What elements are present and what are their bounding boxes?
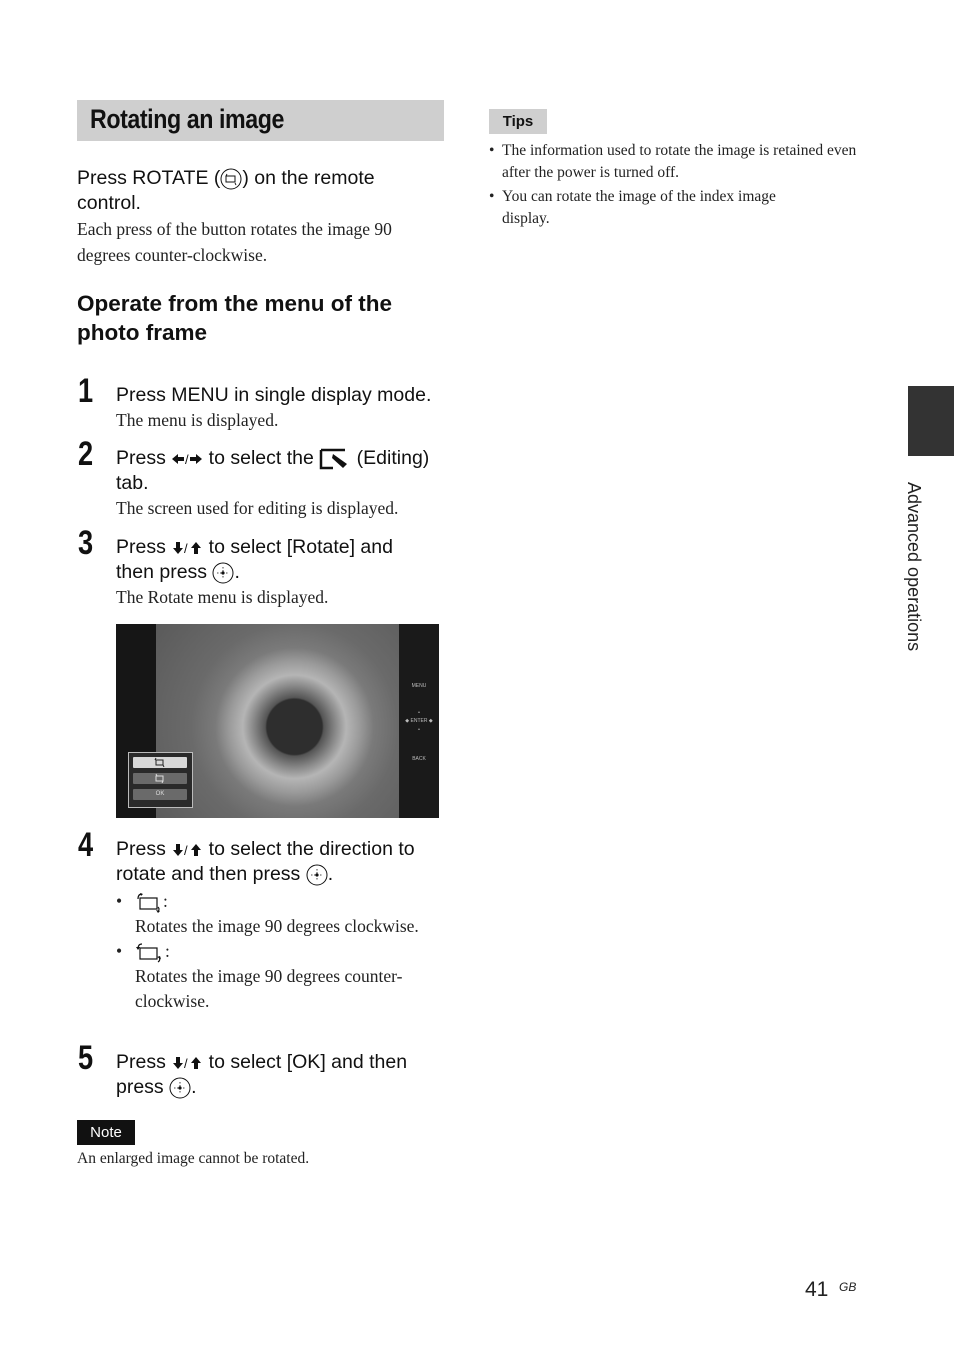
step-result: The screen used for editing is displayed…	[116, 498, 399, 518]
enter-button-icon	[169, 1077, 191, 1099]
rotate-clockwise-option	[133, 757, 187, 768]
subsection-heading: Operate from the menu of the photo frame	[77, 291, 393, 345]
step-number: 2	[78, 435, 94, 473]
left-right-arrows-icon: /	[172, 452, 203, 466]
section-title-bar: Rotating an image	[77, 100, 444, 141]
tip-item: • You can rotate the image of the index i…	[489, 188, 776, 227]
down-up-arrows-icon: /	[173, 541, 202, 555]
chapter-tab-marker	[908, 386, 954, 456]
step-number: 1	[78, 372, 94, 410]
option-counterclockwise: •: Rotates the image 90 degrees counter-…	[116, 941, 403, 1011]
svg-text:/: /	[185, 452, 189, 466]
tip-item: • The information used to rotate the imag…	[489, 142, 857, 181]
chapter-label: Advanced operations	[904, 482, 924, 652]
svg-text:/: /	[184, 1056, 188, 1070]
screen-menu-label: MENU	[411, 683, 427, 689]
rotate-button-icon	[220, 168, 242, 190]
lead-description: Each press of the button rotates the ima…	[77, 219, 392, 265]
screen-back-label: BACK	[412, 756, 426, 762]
screen-enter-label: ◆ ENTER ◆	[405, 718, 433, 724]
step-number: 5	[78, 1039, 94, 1077]
screen-down-dot: •	[418, 727, 420, 733]
ok-option: OK	[133, 789, 187, 800]
down-up-arrows-icon: /	[173, 843, 202, 857]
rotate-menu-screenshot: MENU • ◆ ENTER ◆ • BACK OK	[116, 624, 439, 818]
page-number: 41	[805, 1278, 829, 1301]
rotate-menu: OK	[128, 752, 193, 808]
step-3: Press / to select [Rotate] and then pres…	[116, 535, 446, 610]
tips-list: • The information used to rotate the imag…	[489, 140, 861, 232]
step-4: Press / to select the direction to rotat…	[116, 837, 446, 1014]
step-number: 4	[78, 826, 94, 864]
screen-up-dot: •	[418, 710, 420, 716]
step-result: The menu is displayed.	[116, 410, 279, 430]
editing-tab-icon	[320, 448, 348, 470]
rotate-clockwise-icon	[137, 892, 160, 913]
page-suffix: GB	[839, 1280, 857, 1294]
section-title: Rotating an image	[90, 104, 284, 134]
svg-text:/: /	[184, 541, 188, 555]
tips-label: Tips	[489, 109, 547, 134]
enter-button-icon	[212, 562, 234, 584]
rotate-counterclockwise-option	[133, 773, 187, 784]
lead-instruction: Press ROTATE () on the remote control. E…	[77, 166, 447, 268]
enter-button-icon	[306, 864, 328, 886]
step-1: Press MENU in single display mode. The m…	[116, 383, 446, 433]
option-clockwise: •: Rotates the image 90 degrees clockwis…	[116, 891, 419, 936]
step-number: 3	[78, 524, 94, 562]
step-instruction: Press MENU in single display mode.	[116, 384, 432, 406]
screen-side-panel: MENU • ◆ ENTER ◆ • BACK	[399, 624, 439, 818]
step-5: Press / to select [OK] and then press .	[116, 1051, 408, 1099]
step-2: Press / to select the (Editing) tab. The…	[116, 446, 446, 521]
rotate-counterclockwise-icon	[136, 943, 161, 963]
note-label: Note	[77, 1120, 135, 1145]
svg-text:/: /	[184, 843, 188, 857]
down-up-arrows-icon: /	[173, 1056, 202, 1070]
note-text: An enlarged image cannot be rotated.	[77, 1150, 310, 1167]
step-result: The Rotate menu is displayed.	[116, 587, 329, 607]
